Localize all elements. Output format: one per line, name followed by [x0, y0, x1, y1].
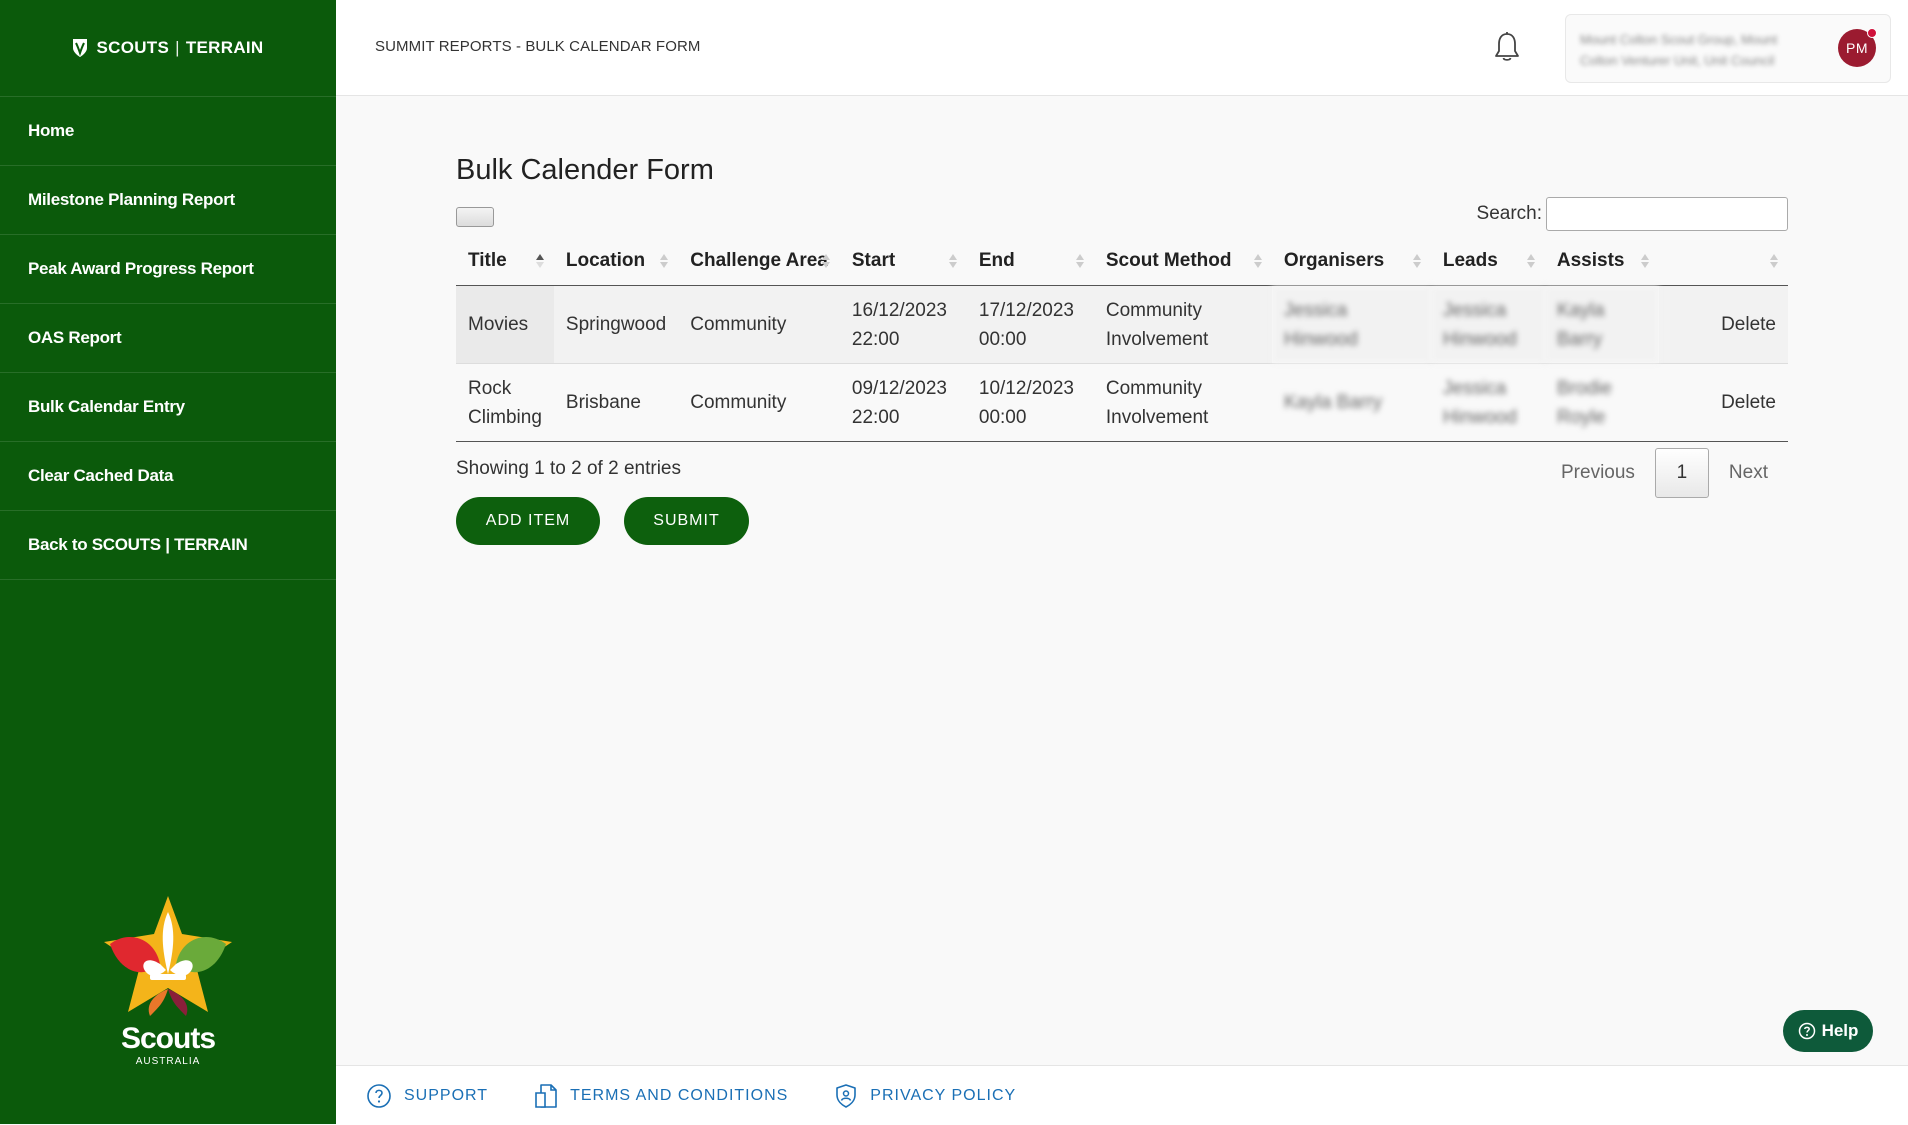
cell-challenge-area: Community — [678, 285, 840, 364]
column-header-scout-method[interactable]: Scout Method — [1093, 236, 1272, 286]
cell-title: Movies — [456, 285, 554, 364]
cell-scout-method: Community Involvement — [1093, 363, 1272, 442]
document-icon — [535, 1083, 557, 1108]
column-header-location[interactable]: Location — [553, 236, 679, 286]
support-label: SUPPORT — [404, 1086, 489, 1104]
bell-icon[interactable] — [1493, 31, 1521, 63]
notification-dot — [1867, 28, 1877, 38]
sidebar-item-back-to-terrain[interactable]: Back to SCOUTS | TERRAIN — [0, 511, 336, 580]
logo-subtitle: AUSTRALIA — [135, 1056, 201, 1067]
sort-icon — [948, 254, 957, 268]
question-circle-icon — [1798, 1022, 1815, 1040]
scouts-shield-icon — [73, 39, 88, 57]
search-area: Search: — [1477, 197, 1788, 231]
column-header-title[interactable]: Title — [456, 236, 554, 286]
submit-button[interactable]: SUBMIT — [624, 497, 749, 545]
sidebar-item-oas-report[interactable]: OAS Report — [0, 304, 336, 373]
column-header-organisers[interactable]: Organisers — [1271, 236, 1431, 286]
fleur-de-lis-icon — [104, 896, 232, 1016]
cell-organisers: Kayla Barry — [1271, 363, 1431, 442]
cell-organisers: Jessica Hinwood — [1271, 285, 1431, 364]
column-header-actions[interactable] — [1658, 236, 1788, 286]
brand-left: SCOUTS — [96, 38, 170, 57]
pagination: Previous 1 Next — [1541, 448, 1788, 498]
cell-leads: Jessica Hinwood — [1430, 363, 1545, 442]
brand[interactable]: SCOUTS | TERRAIN — [0, 0, 336, 97]
calendar-table: Title Location Challenge Area Start End … — [456, 236, 1788, 442]
sidebar-item-milestone-planning-report[interactable]: Milestone Planning Report — [0, 166, 336, 235]
user-groups-text: Mount Colton Scout Group, Mount Colton V… — [1580, 32, 1778, 68]
top-header: SUMMIT REPORTS - BULK CALENDAR FORM Moun… — [336, 0, 1908, 96]
question-circle-icon — [367, 1083, 391, 1108]
terms-label: TERMS AND CONDITIONS — [570, 1086, 789, 1104]
terms-link[interactable]: TERMS AND CONDITIONS — [534, 1083, 788, 1109]
main-content: Bulk Calender Form Search: Title Locatio… — [456, 150, 1788, 545]
cell-location: Brisbane — [553, 363, 679, 442]
sort-icon — [1253, 254, 1262, 268]
sidebar-item-peak-award-progress-report[interactable]: Peak Award Progress Report — [0, 235, 336, 304]
sidebar: SCOUTS | TERRAIN Home Milestone Planning… — [0, 0, 336, 1124]
sort-asc-icon — [535, 254, 544, 268]
search-label: Search: — [1476, 203, 1542, 224]
brand-separator: | — [175, 38, 180, 57]
scouts-australia-logo: Scouts AUSTRALIA — [100, 894, 236, 1068]
search-input[interactable] — [1546, 197, 1788, 231]
sort-icon — [821, 254, 830, 268]
cell-challenge-area: Community — [678, 363, 840, 442]
column-header-challenge-area[interactable]: Challenge Area — [678, 236, 840, 286]
cell-start: 09/12/2023 22:00 — [839, 363, 967, 442]
sort-icon — [1526, 254, 1535, 268]
logo-word: Scouts — [120, 1022, 216, 1055]
page-1-button[interactable]: 1 — [1654, 448, 1709, 498]
sort-icon — [1770, 254, 1778, 268]
privacy-label: PRIVACY POLICY — [870, 1086, 1017, 1104]
sort-icon — [1412, 254, 1421, 268]
table-info: Showing 1 to 2 of 2 entries — [456, 458, 681, 479]
cell-end: 10/12/2023 00:00 — [966, 363, 1094, 442]
column-toggle-button[interactable] — [456, 207, 494, 227]
footer: SUPPORT TERMS AND CONDITIONS PRIVACY POL… — [336, 1065, 1908, 1125]
shield-user-icon — [836, 1083, 857, 1108]
cell-scout-method: Community Involvement — [1093, 285, 1272, 364]
sidebar-item-bulk-calendar-entry[interactable]: Bulk Calendar Entry — [0, 373, 336, 442]
sort-icon — [660, 254, 669, 268]
page-title: Bulk Calender Form — [456, 154, 714, 186]
next-page-button[interactable]: Next — [1709, 462, 1788, 484]
cell-assists: Brodie Royle — [1544, 363, 1659, 442]
cell-start: 16/12/2023 22:00 — [839, 285, 967, 364]
column-header-assists[interactable]: Assists — [1544, 236, 1659, 286]
help-label: Help — [1821, 1021, 1859, 1040]
sort-icon — [1075, 254, 1084, 268]
table-header-row: Title Location Challenge Area Start End … — [456, 236, 1788, 286]
sidebar-item-home[interactable]: Home — [0, 97, 336, 166]
sort-icon — [1640, 254, 1649, 268]
add-item-button[interactable]: ADD ITEM — [456, 497, 600, 545]
user-profile-card[interactable]: Mount Colton Scout Group, Mount Colton V… — [1565, 14, 1891, 83]
privacy-link[interactable]: PRIVACY POLICY — [834, 1083, 1016, 1109]
brand-right: TERRAIN — [185, 38, 264, 57]
column-header-leads[interactable]: Leads — [1430, 236, 1545, 286]
table-row: Rock Climbing Brisbane Community 09/12/2… — [456, 363, 1788, 442]
sidebar-item-clear-cached-data[interactable]: Clear Cached Data — [0, 442, 336, 511]
cell-leads: Jessica Hinwood — [1430, 285, 1545, 364]
cell-location: Springwood — [553, 285, 679, 364]
support-link[interactable]: SUPPORT — [366, 1083, 488, 1109]
cell-assists: Kayla Barry — [1544, 285, 1659, 364]
column-header-start[interactable]: Start — [839, 236, 967, 286]
table-row: Movies Springwood Community 16/12/2023 2… — [456, 285, 1788, 364]
column-header-end[interactable]: End — [966, 236, 1094, 286]
previous-page-button[interactable]: Previous — [1541, 462, 1655, 484]
delete-button[interactable]: Delete — [1658, 285, 1788, 364]
help-button[interactable]: Help — [1783, 1010, 1873, 1052]
cell-end: 17/12/2023 00:00 — [966, 285, 1094, 364]
breadcrumb: SUMMIT REPORTS - BULK CALENDAR FORM — [375, 38, 701, 55]
action-buttons: ADD ITEM SUBMIT — [456, 497, 749, 545]
delete-button[interactable]: Delete — [1658, 363, 1788, 442]
cell-title: Rock Climbing — [456, 363, 554, 442]
